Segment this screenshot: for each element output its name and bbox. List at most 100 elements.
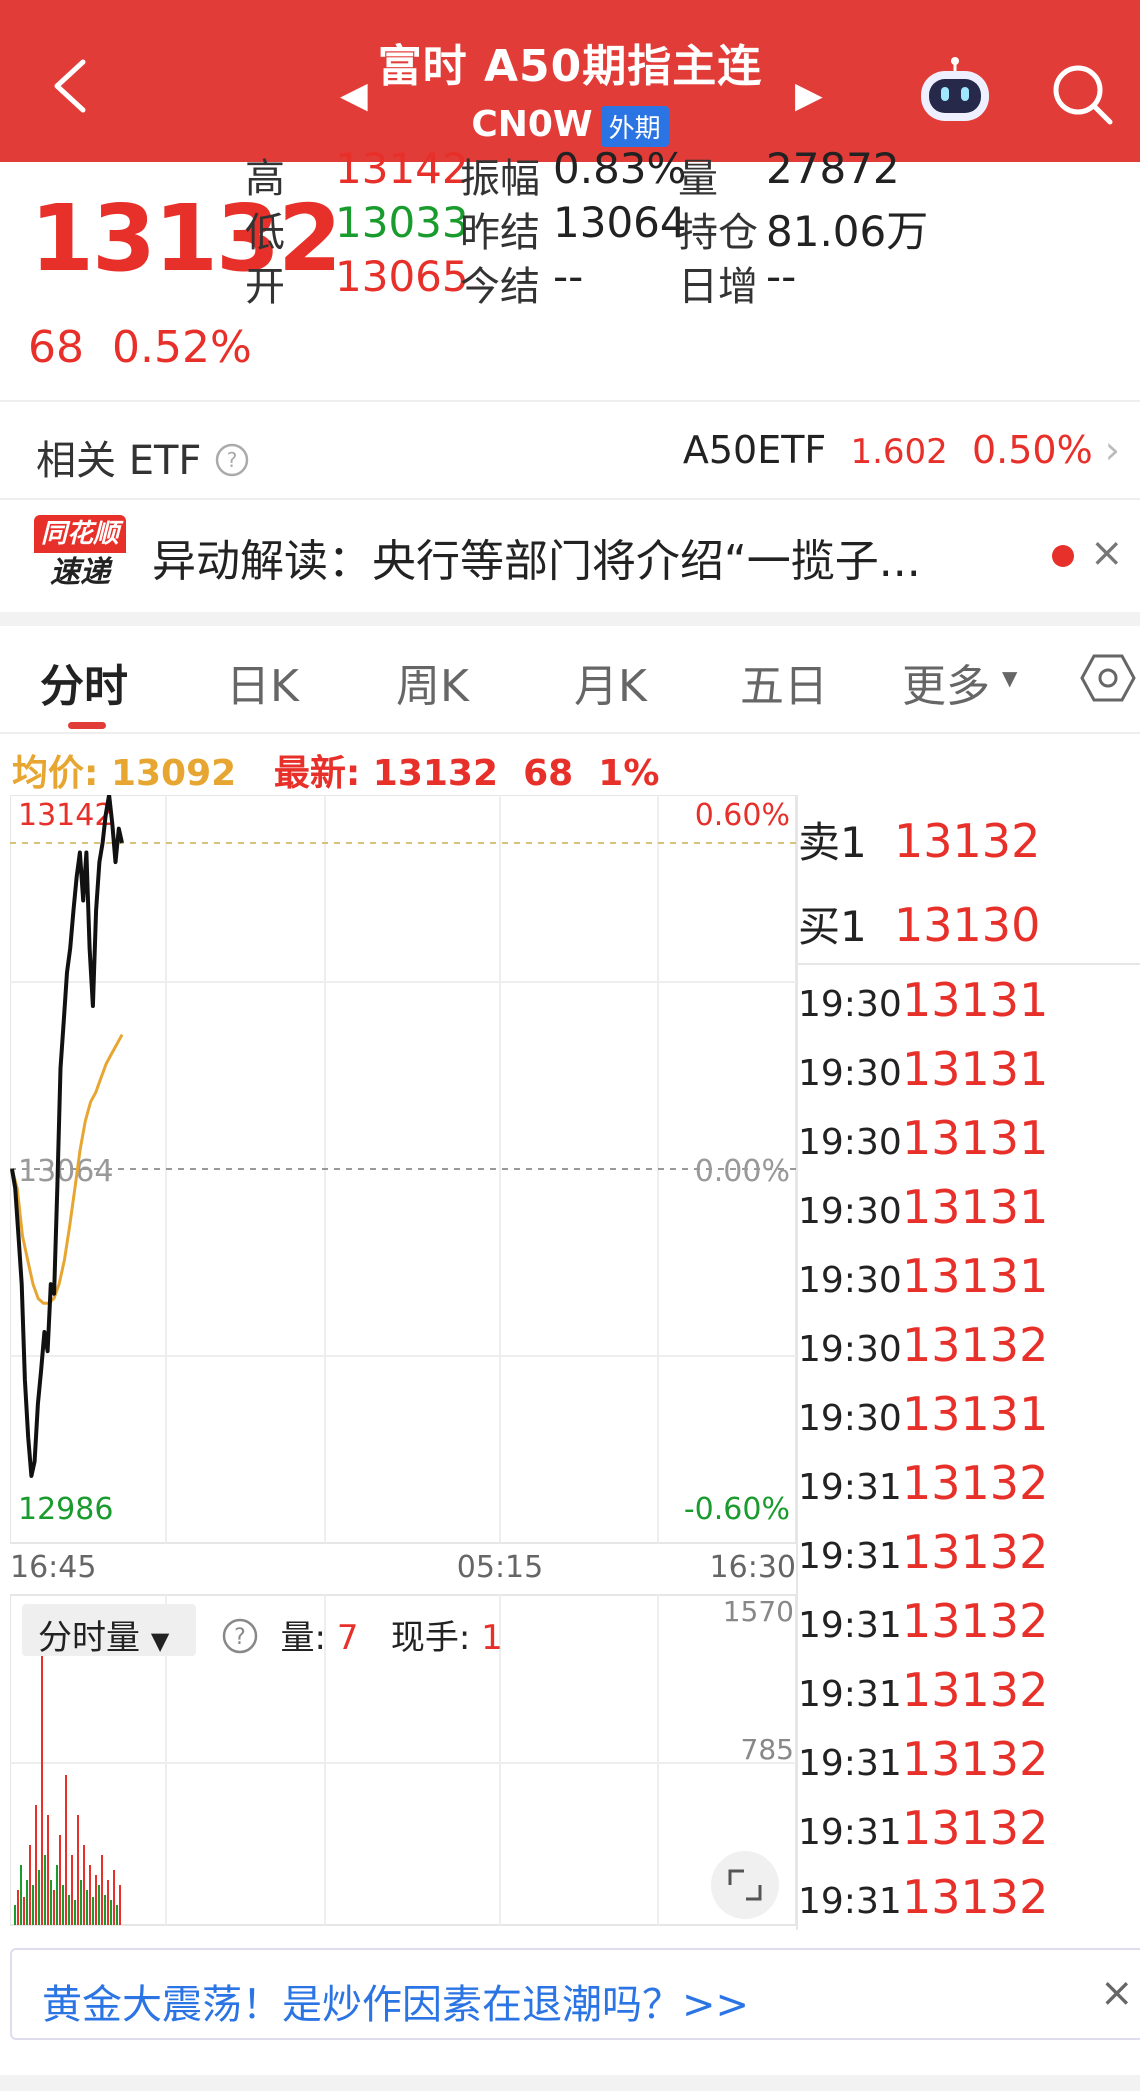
tab-2[interactable]: 周K (396, 650, 469, 714)
settings-hex-icon[interactable] (1080, 652, 1136, 704)
trade-row: 19:3113132 (798, 1801, 1048, 1855)
help-icon[interactable]: ? (214, 442, 250, 478)
volume-bar (89, 1865, 91, 1925)
tab-3[interactable]: 月K (574, 650, 647, 714)
volume-bar (116, 1905, 118, 1925)
stat-label: 低 (245, 210, 285, 256)
back-icon[interactable] (45, 56, 105, 116)
volume-bar (65, 1775, 67, 1925)
market-tag: 外期 (600, 105, 669, 147)
trade-row: 19:3113132 (798, 1594, 1048, 1648)
news-headline[interactable]: 异动解读：央行等部门将介绍“一揽子... (152, 525, 1032, 589)
volume-bar (14, 1905, 16, 1925)
trade-price: 13131 (902, 1249, 1049, 1303)
chart-info-row: 均价: 13092 最新: 13132 68 1% (12, 744, 659, 796)
trade-price: 13132 (902, 1594, 1049, 1648)
divider (0, 400, 1140, 402)
trade-row: 19:3113132 (798, 1456, 1048, 1510)
trade-price: 13131 (902, 1180, 1049, 1234)
volume-bar (41, 1635, 43, 1925)
volume-bar (110, 1900, 112, 1925)
y-label-max: 13142 (18, 798, 113, 833)
trade-price: 13132 (902, 1801, 1049, 1855)
etf-percent: 0.50% (971, 428, 1093, 472)
volume-bar (29, 1845, 31, 1925)
pct-label-bottom: -0.60% (684, 1492, 790, 1527)
search-icon[interactable] (1050, 62, 1114, 126)
news-logo: 同花顺 速递 (34, 515, 126, 593)
vol-label-max: 1570 (723, 1595, 794, 1628)
latest-percent: 1% (598, 753, 660, 794)
svg-text:?: ? (227, 448, 238, 472)
trade-time: 19:31 (798, 1674, 902, 1715)
tab-4[interactable]: 五日 (740, 650, 828, 714)
stat-label: 日增 (678, 264, 758, 310)
tab-0[interactable]: 分时 (40, 650, 128, 714)
vol-now-value: 1 (481, 1618, 503, 1658)
vol-label-mid: 785 (741, 1733, 794, 1766)
bid-1-row: 买1 13130 (798, 893, 1040, 954)
volume-indicator-dropdown[interactable]: 分时量 (38, 1618, 140, 1658)
close-icon[interactable]: × (1100, 1970, 1134, 2016)
chevron-down-icon[interactable]: ▼ (151, 1627, 169, 1655)
avg-value: 13092 (110, 753, 237, 794)
svg-text:?: ? (234, 1625, 246, 1650)
divider (0, 732, 1140, 734)
page-title: 富时 A50期指主连 (377, 41, 763, 92)
volume-bars (14, 1635, 121, 1925)
help-icon[interactable]: ? (221, 1617, 259, 1655)
contract-code-row: CN0W 外期 (330, 104, 810, 147)
latest-label: 最新: (273, 753, 361, 794)
trade-row: 19:3013131 (798, 1387, 1048, 1441)
intraday-chart[interactable]: 13142 13064 12986 0.60% 0.00% -0.60% 16:… (10, 795, 798, 1935)
stat-label: 高 (245, 156, 285, 202)
stat-value: 27872 (766, 144, 900, 193)
time-mid: 05:15 (457, 1550, 543, 1585)
close-icon[interactable]: × (1090, 530, 1124, 576)
ask-1-label: 卖1 (798, 818, 867, 867)
bid-1-label: 买1 (798, 902, 867, 951)
trade-time: 19:30 (798, 1191, 902, 1232)
trade-row: 19:3013131 (798, 973, 1048, 1027)
volume-bar (47, 1815, 49, 1925)
stat-value: -- (553, 252, 584, 301)
volume-bar (80, 1880, 82, 1925)
promo-banner-text[interactable]: 黄金大震荡！是炒作因素在退潮吗？>> (42, 1972, 749, 2030)
related-etf-label: 相关 ETF ? (36, 428, 250, 486)
fullscreen-button[interactable] (711, 1851, 779, 1919)
trade-time: 19:30 (798, 1398, 902, 1439)
related-etf-item[interactable]: A50ETF 1.602 0.50% › (683, 428, 1120, 472)
tab-5[interactable]: 更多 (902, 650, 990, 714)
volume-bar (38, 1870, 40, 1925)
volume-bar (23, 1897, 25, 1925)
section-gap (0, 612, 1140, 626)
volume-bar (44, 1855, 46, 1925)
trade-row: 19:3013132 (798, 1318, 1048, 1372)
trade-price: 13131 (902, 1042, 1049, 1096)
divider (0, 498, 1140, 500)
volume-bar (95, 1875, 97, 1925)
trade-price: 13132 (902, 1663, 1049, 1717)
volume-bar (83, 1845, 85, 1925)
time-start: 16:45 (10, 1550, 96, 1585)
unread-dot (1052, 545, 1074, 567)
trade-price: 13131 (902, 1111, 1049, 1165)
volume-info-row: 分时量 ▼ ? 量: 7 现手: 1 (38, 1610, 503, 1659)
divider (796, 795, 798, 1930)
trade-price: 13132 (902, 1525, 1049, 1579)
trade-price: 13131 (902, 973, 1049, 1027)
vol-qty-value: 7 (336, 1618, 359, 1658)
trade-time: 19:31 (798, 1812, 902, 1853)
trade-time: 19:31 (798, 1467, 902, 1508)
volume-bar (68, 1895, 70, 1925)
tab-1[interactable]: 日K (226, 650, 299, 714)
trade-row: 19:3013131 (798, 1180, 1048, 1234)
trade-time: 19:30 (798, 1053, 902, 1094)
time-end: 16:30 (710, 1550, 796, 1585)
trade-time: 19:30 (798, 1260, 902, 1301)
chevron-down-icon[interactable]: ▼ (1002, 666, 1017, 690)
stat-value: 13142 (335, 144, 469, 193)
bid-1-price: 13130 (894, 898, 1041, 952)
robot-assistant-icon[interactable] (915, 55, 995, 125)
next-contract-button[interactable]: ▶ (795, 75, 823, 116)
